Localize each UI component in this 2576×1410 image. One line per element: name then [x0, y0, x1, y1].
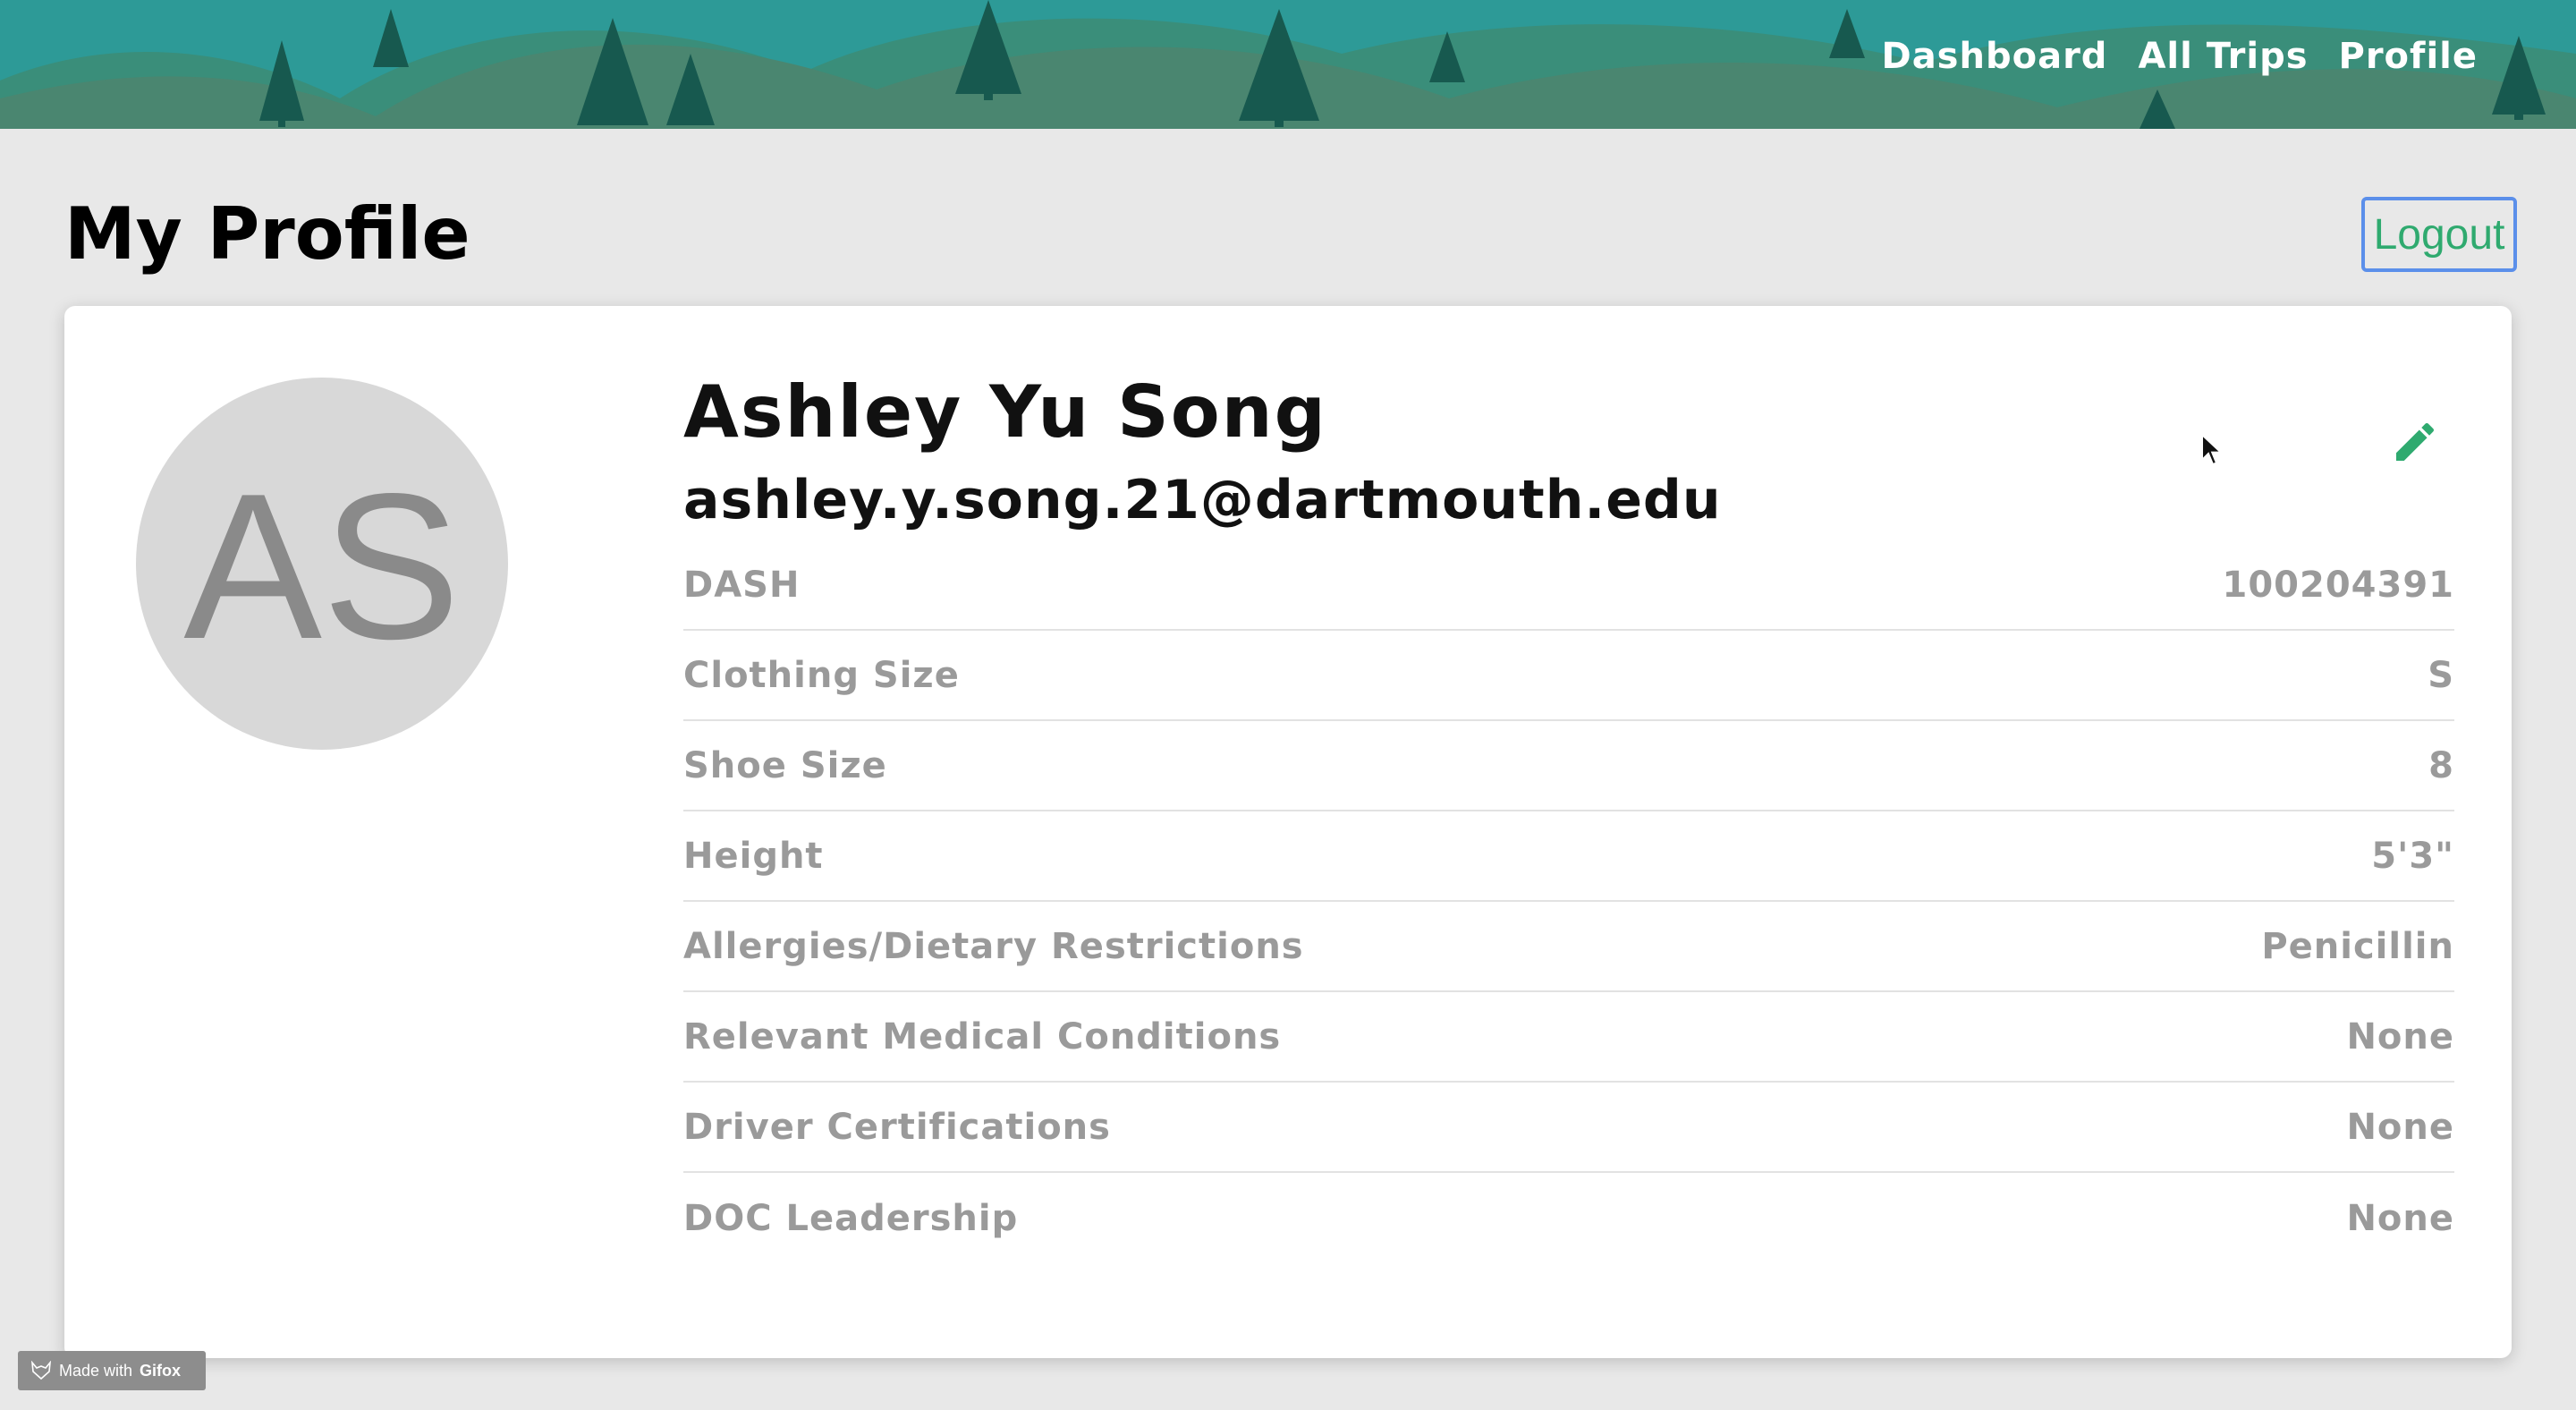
- field-label: Clothing Size: [683, 654, 960, 696]
- profile-name: Ashley Yu Song: [683, 370, 1327, 454]
- field-value: 100204391: [2222, 564, 2454, 606]
- field-value: None: [2346, 1106, 2454, 1148]
- field-label: DASH: [683, 564, 801, 606]
- field-label: Relevant Medical Conditions: [683, 1015, 1282, 1058]
- field-value: Penicillin: [2261, 925, 2454, 967]
- field-row-clothing-size: Clothing Size S: [683, 631, 2454, 721]
- field-row-medical-conditions: Relevant Medical Conditions None: [683, 992, 2454, 1083]
- field-row-shoe-size: Shoe Size 8: [683, 721, 2454, 811]
- pencil-icon: [2396, 422, 2435, 461]
- field-row-allergies: Allergies/Dietary Restrictions Penicilli…: [683, 902, 2454, 992]
- field-value: None: [2346, 1197, 2454, 1239]
- gifox-watermark: Made with Gifox: [18, 1351, 206, 1390]
- nav-profile[interactable]: Profile: [2339, 36, 2478, 77]
- nav-dashboard[interactable]: Dashboard: [1881, 36, 2107, 77]
- field-label: Driver Certifications: [683, 1106, 1111, 1148]
- field-row-height: Height 5'3": [683, 811, 2454, 902]
- field-label: Shoe Size: [683, 744, 887, 786]
- field-row-dash: DASH 100204391: [683, 540, 2454, 631]
- profile-fields-list: DASH 100204391 Clothing Size S Shoe Size…: [683, 540, 2454, 1263]
- avatar-initials: AS: [183, 451, 461, 683]
- field-value: None: [2346, 1015, 2454, 1058]
- profile-card: AS Ashley Yu Song ashley.y.song.21@dartm…: [64, 306, 2512, 1358]
- field-value: S: [2428, 654, 2454, 696]
- page-title: My Profile: [64, 192, 470, 276]
- nav-all-trips[interactable]: All Trips: [2138, 36, 2308, 77]
- field-value: 8: [2428, 744, 2454, 786]
- avatar: AS: [136, 378, 508, 750]
- gifox-brand: Gifox: [140, 1361, 182, 1380]
- field-label: Height: [683, 835, 824, 877]
- field-row-driver-certifications: Driver Certifications None: [683, 1083, 2454, 1173]
- fox-icon: [30, 1361, 52, 1380]
- field-row-doc-leadership: DOC Leadership None: [683, 1173, 2454, 1263]
- edit-profile-button[interactable]: [2379, 406, 2451, 478]
- mouse-cursor-icon: [2201, 433, 2224, 466]
- logout-button[interactable]: Logout: [2361, 197, 2517, 272]
- field-label: DOC Leadership: [683, 1197, 1019, 1239]
- header-banner: Dashboard All Trips Profile: [0, 0, 2576, 129]
- gifox-prefix: Made with: [59, 1361, 133, 1380]
- main-nav: Dashboard All Trips Profile: [1881, 36, 2478, 77]
- field-value: 5'3": [2371, 835, 2454, 877]
- field-label: Allergies/Dietary Restrictions: [683, 925, 1304, 967]
- profile-email: ashley.y.song.21@dartmouth.edu: [683, 469, 1722, 531]
